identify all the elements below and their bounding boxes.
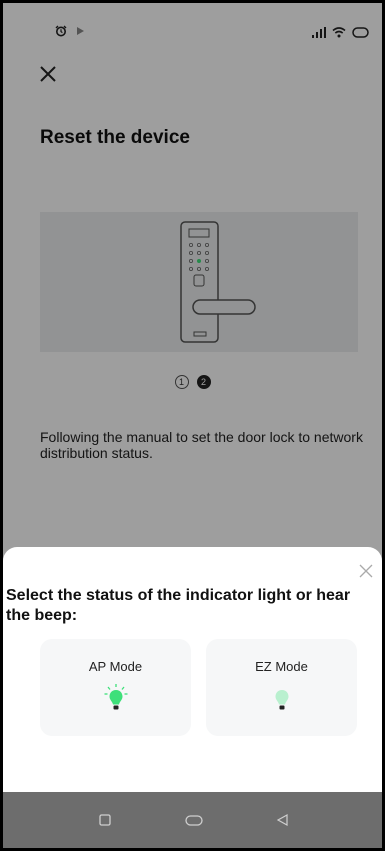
back-button[interactable] — [277, 814, 288, 826]
phone-screen: Reset the device 1 2 Following the manua… — [3, 3, 382, 848]
ez-mode-card[interactable]: EZ Mode — [206, 639, 357, 736]
ap-mode-card[interactable]: AP Mode — [40, 639, 191, 736]
close-icon[interactable] — [358, 563, 374, 579]
slow-bulb-icon — [275, 690, 288, 710]
mode-label: AP Mode — [88, 659, 143, 674]
recent-apps-button[interactable] — [99, 814, 111, 826]
sheet-title: Select the status of the indicator light… — [6, 587, 351, 624]
bottom-sheet: Select the status of the indicator light… — [3, 547, 382, 792]
home-button[interactable] — [185, 815, 203, 826]
navigation-bar — [3, 792, 382, 848]
mode-label: EZ Mode — [255, 659, 308, 674]
blinking-bulb-icon — [104, 684, 127, 710]
